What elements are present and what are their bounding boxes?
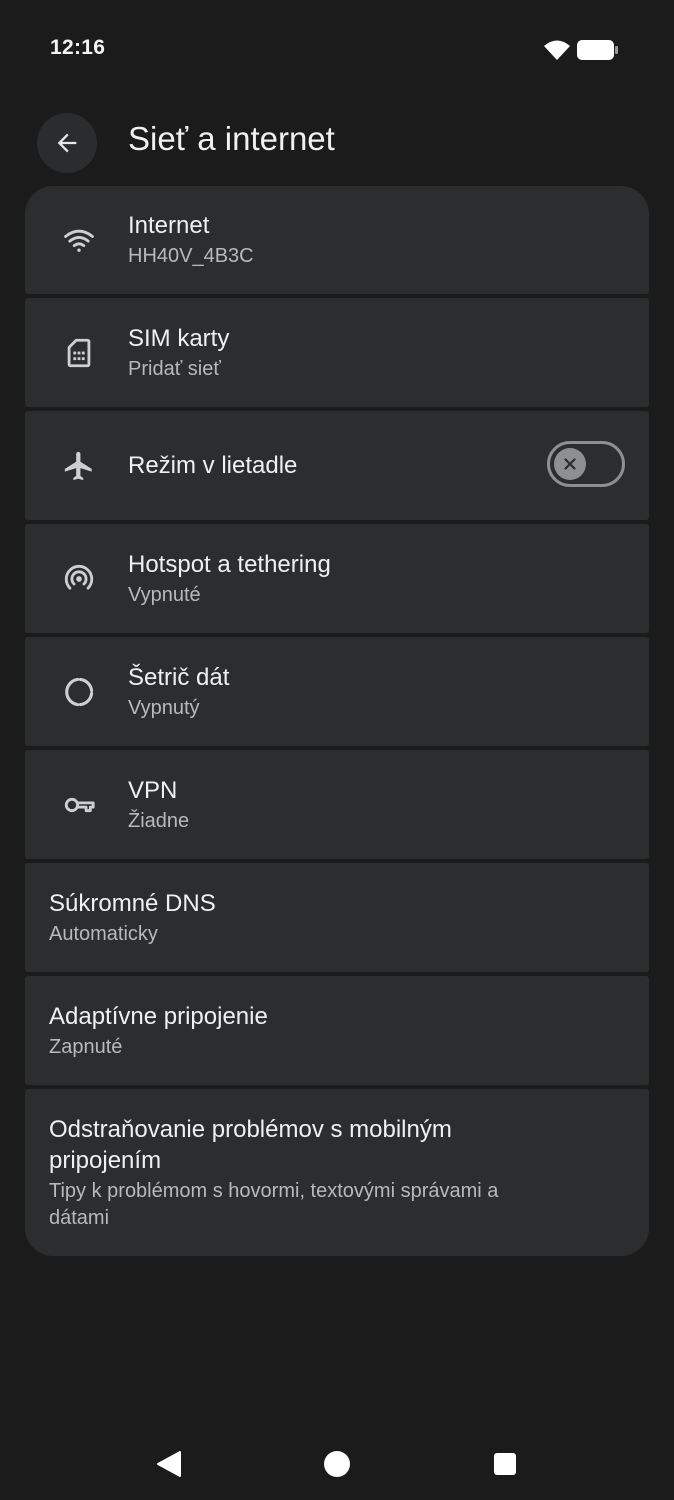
private-dns-title: Súkromné DNS	[49, 890, 216, 917]
private-dns-item[interactable]: Súkromné DNS Automaticky	[25, 863, 649, 972]
page-title: Sieť a internet	[128, 120, 335, 157]
vpn-title: VPN	[128, 777, 178, 804]
airplane-icon	[61, 448, 97, 484]
wifi-icon	[61, 222, 97, 258]
sim-cards-item[interactable]: SIM karty Pridať sieť	[25, 298, 649, 407]
mobile-troubleshooting-subtitle: Tipy k problémom s hovormi, textovými sp…	[49, 1180, 499, 1229]
adaptive-connectivity-subtitle: Zapnuté	[49, 1036, 123, 1058]
internet-item[interactable]: Internet HH40V_4B3C	[25, 186, 649, 294]
nav-home-icon[interactable]	[324, 1451, 350, 1477]
airplane-mode-item[interactable]: Režim v lietadle	[25, 411, 649, 520]
toggle-thumb	[554, 448, 586, 480]
arrow-back-icon	[57, 133, 77, 153]
sim-cards-subtitle: Pridať sieť	[128, 358, 221, 380]
nav-recents-icon[interactable]	[494, 1453, 516, 1475]
private-dns-subtitle: Automaticky	[49, 923, 158, 945]
hotspot-item[interactable]: Hotspot a tethering Vypnuté	[25, 524, 649, 633]
internet-subtitle: HH40V_4B3C	[128, 245, 254, 267]
data-saver-title: Šetrič dát	[128, 664, 230, 691]
battery-icon	[577, 40, 618, 60]
hotspot-title: Hotspot a tethering	[128, 551, 331, 578]
hotspot-icon	[61, 561, 97, 597]
adaptive-connectivity-item[interactable]: Adaptívne pripojenie Zapnuté	[25, 976, 649, 1085]
status-bar: 12:16	[0, 0, 674, 100]
mobile-troubleshooting-item[interactable]: Odstraňovanie problémov s mobilným pripo…	[25, 1089, 649, 1256]
close-icon	[564, 458, 576, 470]
vpn-subtitle: Žiadne	[128, 810, 190, 832]
navigation-bar	[0, 1420, 674, 1500]
airplane-mode-title: Režim v lietadle	[128, 452, 298, 479]
sim-card-icon	[61, 335, 97, 371]
data-saver-item[interactable]: Šetrič dát Vypnutý	[25, 637, 649, 746]
mobile-troubleshooting-title: Odstraňovanie problémov s mobilným pripo…	[49, 1116, 452, 1174]
vpn-key-icon	[61, 787, 97, 823]
hotspot-subtitle: Vypnuté	[128, 584, 201, 606]
airplane-mode-toggle[interactable]	[547, 441, 625, 487]
adaptive-connectivity-title: Adaptívne pripojenie	[49, 1003, 268, 1030]
data-saver-subtitle: Vypnutý	[128, 697, 200, 719]
settings-list: Internet HH40V_4B3C SIM karty Pridať sie…	[25, 186, 649, 1256]
nav-back-icon[interactable]	[156, 1450, 182, 1478]
internet-title: Internet	[128, 212, 210, 239]
vpn-item[interactable]: VPN Žiadne	[25, 750, 649, 859]
sim-cards-title: SIM karty	[128, 325, 230, 352]
back-button[interactable]	[37, 113, 97, 173]
app-bar: Sieť a internet	[0, 110, 674, 176]
wifi-icon	[544, 40, 570, 60]
status-time: 12:16	[50, 36, 106, 59]
data-saver-icon	[61, 674, 97, 710]
